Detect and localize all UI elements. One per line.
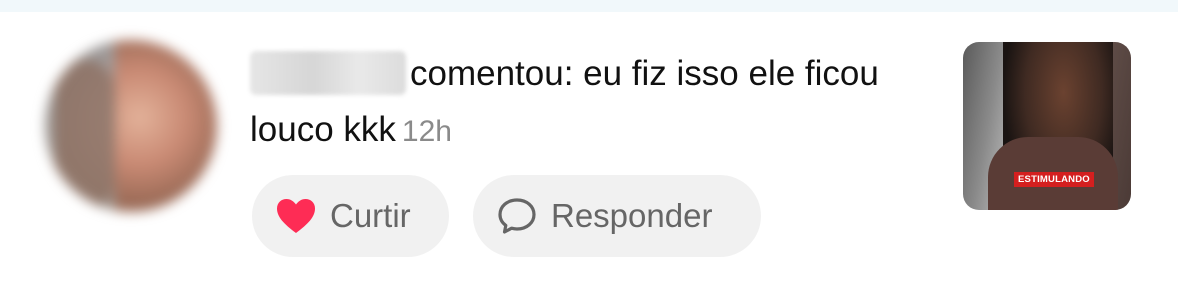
heart-icon: [276, 198, 316, 234]
avatar[interactable]: [45, 40, 217, 212]
reply-label: Responder: [551, 197, 713, 234]
action-bar: Curtir Responder: [252, 175, 761, 257]
top-strip: [0, 0, 1178, 12]
username-blurred[interactable]: rosinha: [250, 51, 406, 95]
like-button[interactable]: Curtir: [252, 175, 449, 257]
like-label: Curtir: [330, 197, 411, 234]
video-thumbnail[interactable]: ESTIMULANDO: [963, 42, 1131, 210]
comment-notification[interactable]: rosinhacomentou: eu fiz isso ele ficou l…: [0, 12, 1178, 295]
notification-text: rosinhacomentou: eu fiz isso ele ficou l…: [250, 46, 930, 160]
timestamp: 12h: [401, 115, 452, 148]
thumbnail-label: ESTIMULANDO: [1014, 172, 1094, 187]
reply-button[interactable]: Responder: [473, 175, 761, 257]
speech-bubble-icon: [497, 197, 537, 235]
